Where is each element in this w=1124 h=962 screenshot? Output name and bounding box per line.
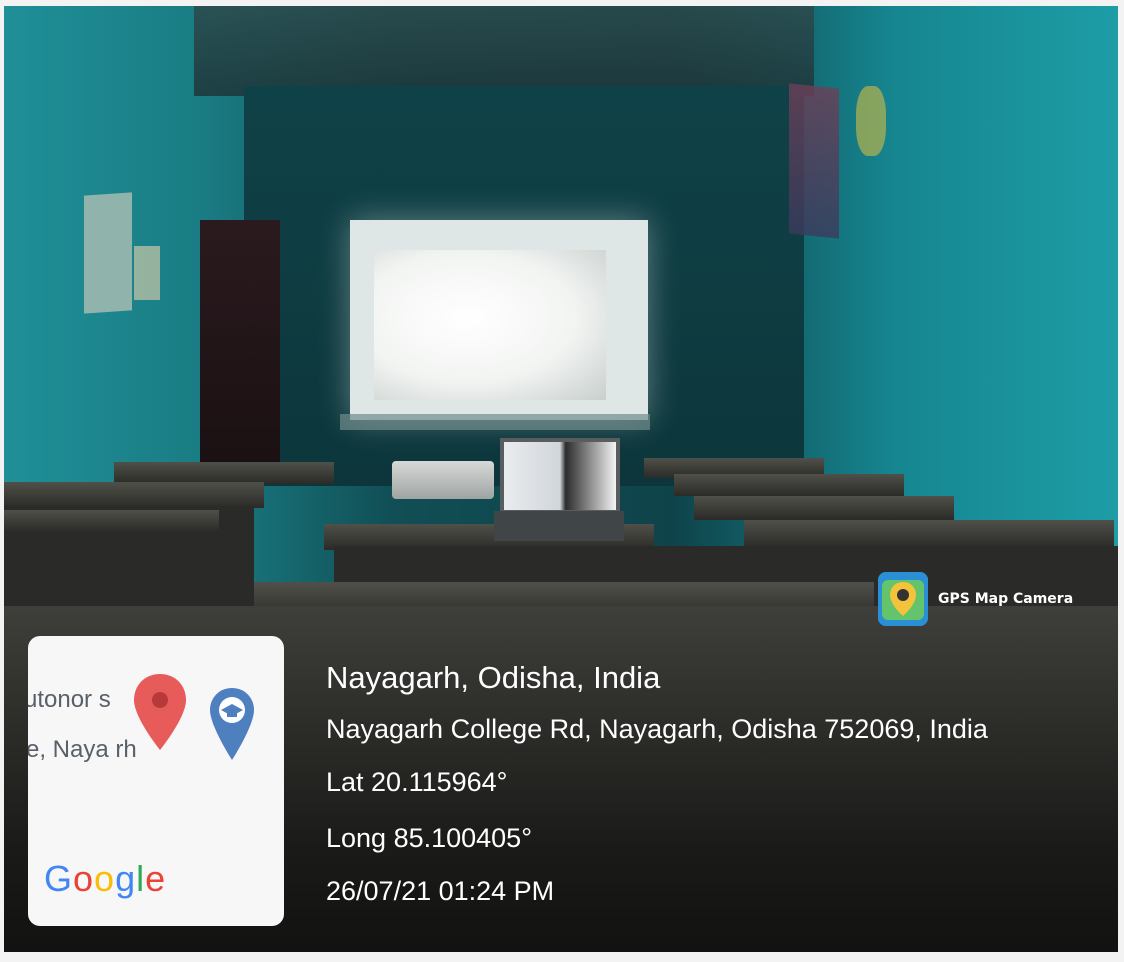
desk [694,496,954,520]
latitude: Lat 20.115964° [326,767,508,797]
wall-poster [134,246,160,300]
gps-map-camera-label: GPS Map Camera [938,591,1074,607]
wall-poster [789,83,839,239]
map-thumbnail: utonor s e, Naya rh Google [28,636,284,926]
address-line: Nayagarh College Rd, Nayagarh, Odisha 75… [326,714,988,744]
laptop-base [494,511,624,541]
map-pin-icon [134,674,186,750]
map-place-label: utonor s [28,686,111,713]
map-place-label: e, Naya rh [28,736,137,763]
desk [674,474,904,496]
desk [744,520,1114,548]
wall-poster [84,192,132,314]
door [200,220,280,470]
longitude: Long 85.100405° [326,823,532,853]
wall-ledge [340,414,650,430]
location-title: Nayagarh, Odisha, India [326,660,661,695]
desk [4,510,219,532]
laptop [500,438,620,514]
projector [392,461,494,499]
datetime: 26/07/21 01:24 PM [326,876,555,906]
school-pin-icon [210,688,254,760]
desk [4,482,264,508]
wall-poster [856,86,886,156]
gps-map-camera-icon [878,572,928,626]
projected-image [374,250,606,400]
gps-map-camera-badge: GPS Map Camera [878,572,1073,626]
desk [114,462,334,484]
google-logo: Google [44,858,167,899]
ceiling [194,6,814,96]
